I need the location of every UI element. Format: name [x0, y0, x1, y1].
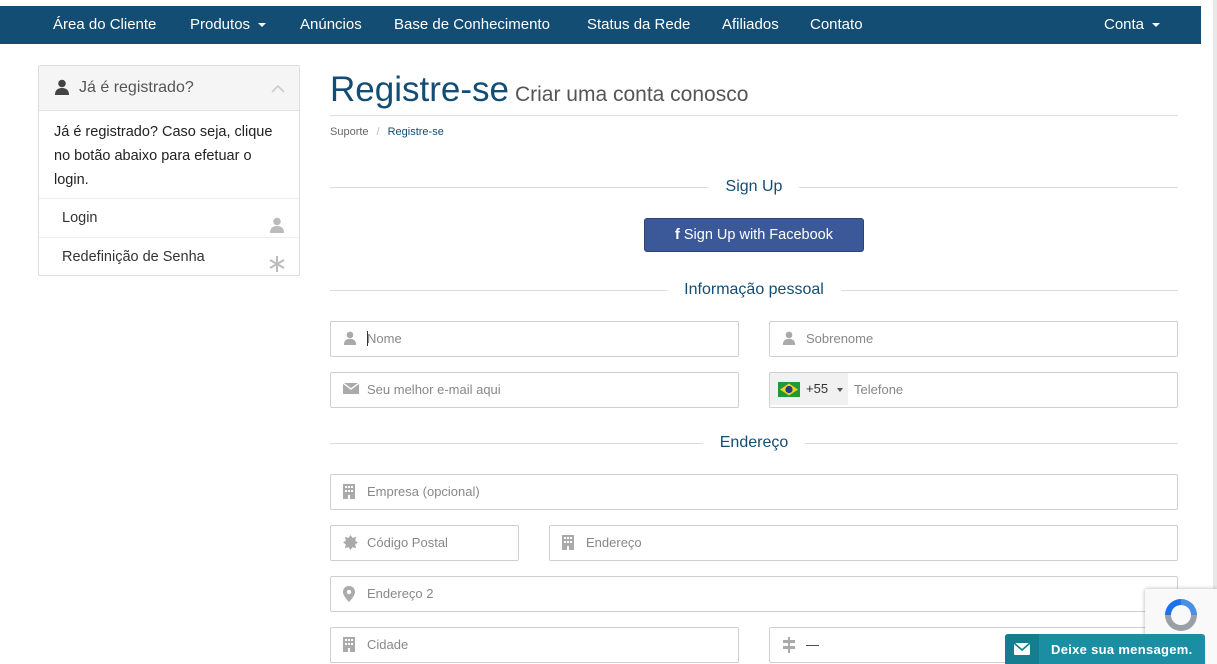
text-cursor: [367, 331, 368, 346]
page-subtitle: Criar uma conta conosco: [514, 83, 749, 106]
email-input[interactable]: [367, 373, 730, 405]
top-navbar: Área do Cliente Produtos Anúncios Base d…: [0, 6, 1201, 44]
building-icon: [343, 637, 359, 653]
sidebar-item-label: Login: [62, 210, 98, 226]
scrollbar-track[interactable]: [1213, 0, 1217, 664]
phone-field[interactable]: +55: [769, 372, 1178, 408]
building-icon: [562, 535, 578, 551]
postal-code-field[interactable]: [330, 525, 519, 561]
sidebar-title: Já é registrado?: [79, 79, 194, 96]
sidebar-item-label: Redefinição de Senha: [62, 249, 205, 265]
country-code-label: +55: [806, 381, 829, 396]
section-title-address: Endereço: [330, 434, 1178, 452]
user-icon: [782, 331, 798, 347]
last-name-input[interactable]: [806, 322, 1169, 354]
facebook-signup-button[interactable]: f Sign Up with Facebook: [644, 218, 864, 252]
nav-item-produtos-label: Produtos: [190, 16, 251, 33]
nav-item-area-do-cliente[interactable]: Área do Cliente: [53, 6, 156, 44]
nav-item-anuncios[interactable]: Anúncios: [300, 6, 362, 44]
nav-item-conta[interactable]: Conta: [1104, 6, 1161, 44]
sidebar-panel: Já é registrado? Já é registrado? Caso s…: [38, 65, 300, 276]
chevron-up-icon[interactable]: [271, 81, 285, 99]
address2-field[interactable]: [330, 576, 1178, 612]
brazil-flag-icon: [778, 382, 800, 402]
first-name-input[interactable]: [367, 322, 730, 354]
breadcrumb-link-suporte[interactable]: Suporte: [330, 126, 369, 138]
section-title-text: Informação pessoal: [667, 281, 841, 298]
user-icon: [343, 331, 359, 347]
section-title-personal: Informação pessoal: [330, 281, 1178, 299]
page-title-text: Registre-se: [330, 70, 509, 109]
sidebar-description: Já é registrado? Caso seja, clique no bo…: [39, 111, 299, 199]
company-input[interactable]: [367, 475, 1169, 507]
breadcrumb: Suporte / Registre-se: [330, 126, 444, 138]
chat-message-label: Deixe sua mensagem.: [1051, 642, 1193, 657]
last-name-field[interactable]: [769, 321, 1178, 357]
facebook-icon: f: [675, 227, 680, 243]
phone-input[interactable]: [854, 373, 1169, 405]
asterisk-icon: [269, 249, 285, 287]
chat-message-button[interactable]: Deixe sua mensagem.: [1005, 634, 1205, 664]
city-input[interactable]: [367, 628, 730, 660]
signpost-icon: [782, 637, 798, 653]
address2-input[interactable]: [367, 577, 1169, 609]
email-field[interactable]: [330, 372, 739, 408]
divider: [330, 115, 1178, 116]
nav-item-status-da-rede[interactable]: Status da Rede: [587, 6, 690, 44]
sidebar-item-login[interactable]: Login: [39, 199, 299, 238]
badge-icon: [343, 535, 359, 551]
map-marker-icon: [343, 586, 359, 602]
company-field[interactable]: [330, 474, 1178, 510]
country-code-selector[interactable]: +55: [770, 373, 848, 405]
chevron-down-icon: [1152, 23, 1161, 28]
facebook-signup-label: Sign Up with Facebook: [683, 227, 833, 243]
section-title-text: Sign Up: [708, 178, 800, 195]
city-field[interactable]: [330, 627, 739, 663]
breadcrumb-separator: /: [376, 126, 380, 138]
chevron-down-icon: [837, 388, 843, 392]
section-title-signup: Sign Up: [330, 178, 1178, 196]
nav-item-produtos[interactable]: Produtos: [190, 6, 267, 44]
user-icon: [54, 79, 70, 100]
building-icon: [343, 484, 359, 500]
sidebar-item-password-reset[interactable]: Redefinição de Senha: [39, 238, 299, 276]
nav-item-base-de-conhecimento[interactable]: Base de Conhecimento: [394, 6, 550, 44]
envelope-icon: [342, 382, 360, 398]
nav-item-contato[interactable]: Contato: [810, 6, 863, 44]
nav-item-conta-label: Conta: [1104, 16, 1145, 33]
sidebar-header[interactable]: Já é registrado?: [39, 66, 299, 111]
envelope-icon: [1005, 634, 1039, 664]
postal-code-input[interactable]: [367, 526, 510, 558]
nav-item-afiliados[interactable]: Afiliados: [722, 6, 779, 44]
first-name-field[interactable]: [330, 321, 739, 357]
breadcrumb-current: Registre-se: [387, 126, 444, 138]
section-title-text: Endereço: [702, 434, 806, 451]
chevron-down-icon: [258, 23, 267, 28]
address1-input[interactable]: [586, 526, 1169, 558]
address1-field[interactable]: [549, 525, 1178, 561]
page-title: Registre-se Criar uma conta conosco: [330, 70, 748, 110]
